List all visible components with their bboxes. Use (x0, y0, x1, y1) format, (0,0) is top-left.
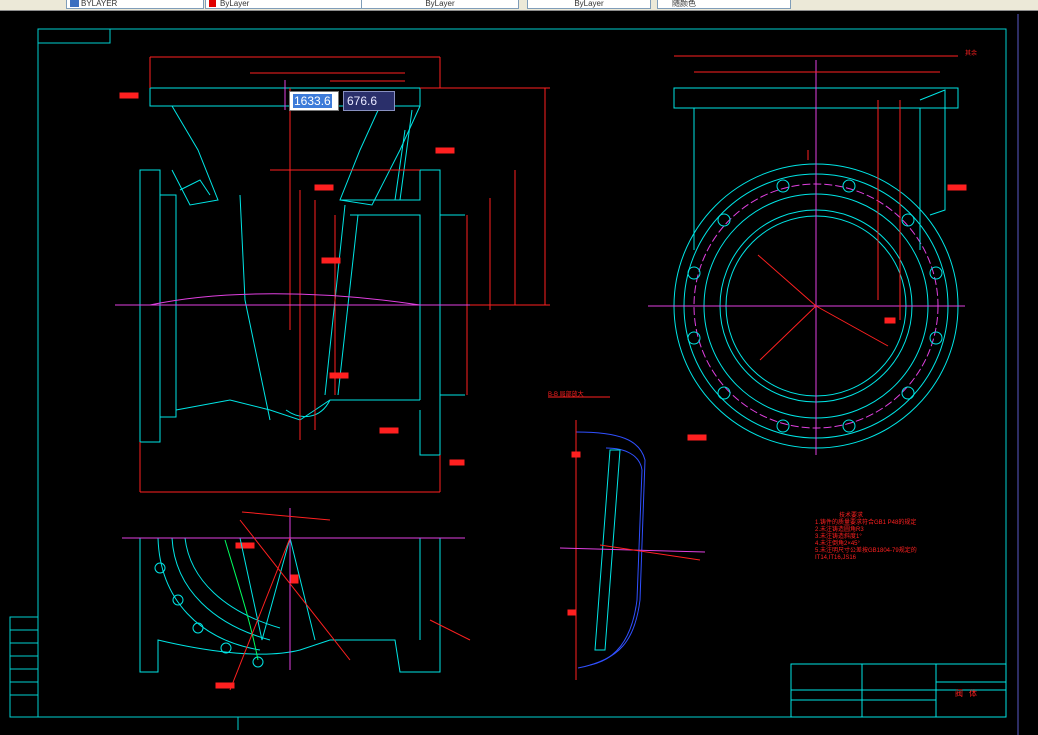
dynamic-input-x-value: 1633.6 (293, 94, 332, 108)
color-combo-value: ByLayer (220, 0, 250, 8)
drawing-svg: 其余 (9, 14, 1019, 735)
plotstyle-combo-value: 随颜色 (672, 0, 696, 8)
dynamic-input-y[interactable]: 676.6 (343, 91, 395, 111)
section-label: B-B 局部放大 (548, 392, 584, 398)
note-line: 4.未注倒角2×45° (815, 541, 860, 547)
lineweight-combo[interactable]: ByLayer (527, 0, 651, 9)
lineweight-combo-value: ByLayer (574, 0, 604, 8)
detail-view[interactable] (548, 396, 706, 680)
bottom-centerlines (122, 508, 465, 670)
drawing-canvas[interactable]: 其余 1633.6 676.6 B-B 局部放大 技术要求 1.铸件的质量要求符… (0, 11, 1038, 735)
part-name: 阀体 (955, 689, 983, 698)
technical-notes: 技术要求 1.铸件的质量要求符合GB1 P48的规定 2.未注铸造圆角R3 3.… (815, 513, 965, 562)
note-line: 5.未注明尺寸公差按GB1804-79规定的 (815, 548, 917, 554)
bottom-dimensions (229, 511, 471, 691)
surface-finish-mark: 其余 (965, 49, 977, 57)
plotstyle-combo[interactable]: 随颜色 (657, 0, 791, 9)
front-view[interactable] (139, 87, 465, 456)
notes-title: 技术要求 (839, 513, 864, 519)
properties-toolbar: BYLAYER ByLayer ByLayer ByLayer 随颜色 (0, 0, 1038, 11)
linetype-combo[interactable]: ByLayer (361, 0, 519, 9)
note-line: IT14,IT16,JS16 (815, 555, 857, 561)
dynamic-input-x[interactable]: 1633.6 (289, 91, 339, 111)
color-swatch-icon (209, 0, 216, 7)
note-line: 3.未注铸造斜度1° (815, 534, 862, 540)
frame-corner-box (37, 28, 111, 44)
dynamic-input-y-value: 676.6 (347, 94, 378, 108)
drawing-frame (37, 28, 1007, 718)
note-line: 1.铸件的质量要求符合GB1 P48的规定 (815, 520, 917, 526)
layer-icon (70, 0, 79, 7)
linetype-combo-value: ByLayer (425, 0, 455, 8)
note-line: 2.未注铸造圆角R3 (815, 527, 864, 533)
front-dimensions (119, 56, 967, 689)
layer-combo-value: BYLAYER (81, 0, 118, 8)
side-table (9, 616, 39, 718)
color-combo[interactable]: ByLayer (205, 0, 369, 9)
layer-combo[interactable]: BYLAYER (66, 0, 204, 9)
side-view[interactable] (648, 55, 965, 455)
